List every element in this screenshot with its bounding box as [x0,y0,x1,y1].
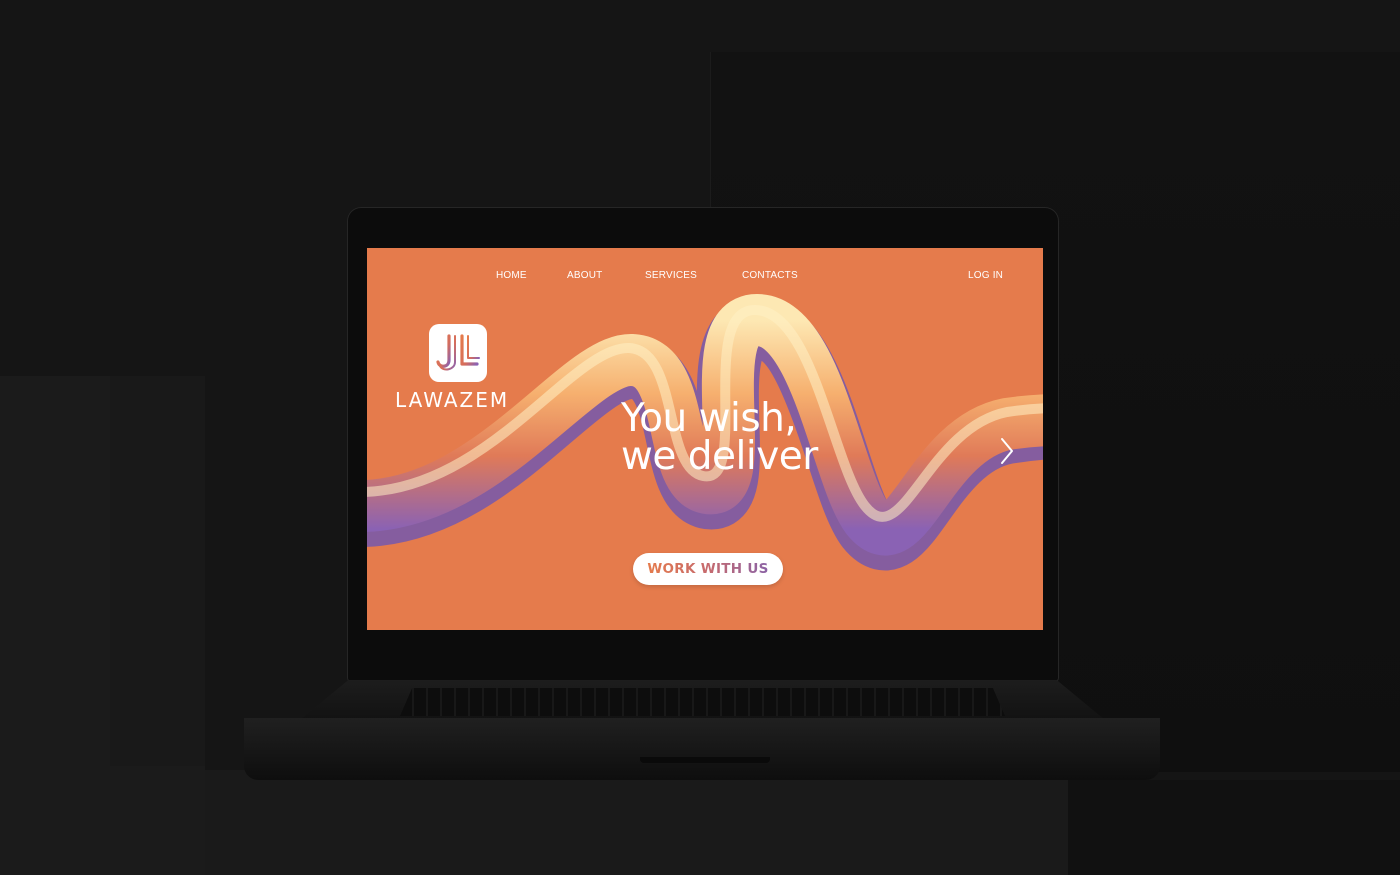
nav-services[interactable]: SERVICES [645,270,697,281]
nav-contacts[interactable]: CONTACTS [742,270,798,281]
chevron-right-icon[interactable] [997,436,1017,466]
nav-home[interactable]: HOME [496,270,527,281]
logo-mark-icon [436,334,480,371]
lawazem-logo-icon[interactable] [429,324,487,382]
brand-name: LAWAZEM [395,388,510,412]
headline-line-1: You wish, [621,396,797,441]
laptop-notch [640,757,770,763]
laptop-screen: HOME ABOUT SERVICES CONTACTS LOG IN LAWA… [367,248,1043,630]
laptop-keyboard [400,688,1005,716]
laptop-front-edge [244,718,1160,780]
right-block [1068,780,1400,875]
left-block-side [110,376,205,766]
work-with-us-label: WORK WITH US [647,561,769,577]
work-with-us-button[interactable]: WORK WITH US [633,553,783,585]
scene-background: HOME ABOUT SERVICES CONTACTS LOG IN LAWA… [0,0,1400,875]
headline-line-2: we deliver [621,434,818,479]
nav-about[interactable]: ABOUT [567,270,602,281]
hero-headline: You wish, we deliver [621,396,818,479]
nav-login[interactable]: LOG IN [968,270,1003,281]
desk-front [205,770,1068,875]
